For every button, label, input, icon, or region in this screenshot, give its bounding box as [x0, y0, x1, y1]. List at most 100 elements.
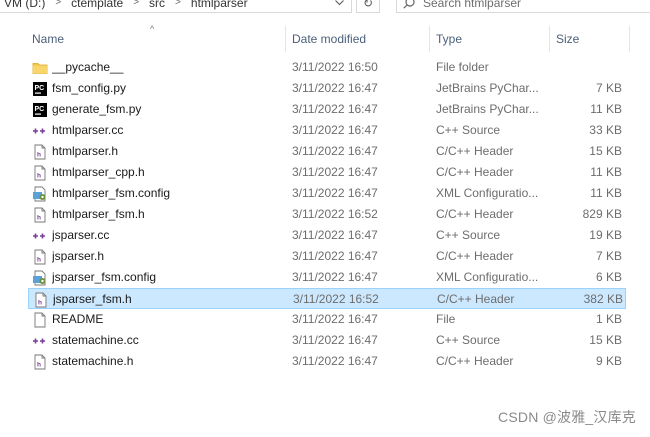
file-row[interactable]: jsparser.cc 3/11/2022 16:47 C++ Source 19 K…	[28, 225, 626, 246]
breadcrumb-htmlparser[interactable]: htmlparser	[187, 0, 252, 10]
file-size: 11 KB	[590, 102, 622, 116]
refresh-button[interactable]: ↻	[356, 0, 380, 13]
file-date-modified: 3/11/2022 16:47	[292, 81, 378, 95]
header-file-icon: h	[32, 249, 48, 265]
file-date-modified: 3/11/2022 16:47	[292, 228, 378, 242]
chevron-down-icon[interactable]	[327, 0, 352, 13]
xml-config-icon	[32, 186, 48, 202]
pycharm-icon: PC	[32, 81, 48, 97]
column-header-date[interactable]: Date modified	[286, 26, 430, 52]
file-name: fsm_config.py	[52, 81, 127, 95]
file-size: 19 KB	[589, 228, 622, 242]
file-date-modified: 3/11/2022 16:47	[292, 165, 378, 179]
file-name: generate_fsm.py	[52, 102, 142, 116]
header-file-icon: h	[32, 354, 48, 370]
folder-icon	[32, 60, 48, 76]
file-type: C/C++ Header	[436, 354, 514, 368]
file-date-modified: 3/11/2022 16:52	[292, 207, 378, 221]
file-type: C/C++ Header	[436, 165, 514, 179]
file-name: statemachine.cc	[52, 333, 139, 347]
file-size: 382 KB	[583, 292, 623, 306]
search-placeholder: Search htmlparser	[423, 0, 522, 10]
file-row[interactable]: statemachine.cc 3/11/2022 16:47 C++ Source…	[28, 330, 626, 351]
file-row[interactable]: __pycache__ 3/11/2022 16:50 File folder	[28, 57, 626, 78]
file-row[interactable]: PC fsm_config.py 3/11/2022 16:47 JetBrains …	[28, 78, 626, 99]
file-size: 15 KB	[589, 144, 622, 158]
file-type: File folder	[436, 60, 489, 74]
file-row[interactable]: h htmlparser.h 3/11/2022 16:47 C/C++ Header…	[28, 141, 626, 162]
file-type: C++ Source	[436, 333, 501, 347]
file-type: JetBrains PyChar...	[436, 81, 539, 95]
search-input[interactable]: Search htmlparser	[396, 0, 650, 13]
file-type: File	[436, 312, 456, 326]
file-type: C/C++ Header	[436, 249, 514, 263]
file-name: __pycache__	[52, 60, 124, 74]
address-bar[interactable]: VM (D:) > ctemplate > src > htmlparser	[0, 0, 352, 13]
cpp-source-icon	[32, 123, 48, 139]
breadcrumb-ctemplate[interactable]: ctemplate	[67, 0, 127, 10]
file-type: JetBrains PyChar...	[436, 102, 539, 116]
file-name: htmlparser.cc	[52, 123, 124, 137]
svg-text:h: h	[37, 215, 41, 222]
file-row[interactable]: htmlparser.cc 3/11/2022 16:47 C++ Source 33…	[28, 120, 626, 141]
svg-text:h: h	[37, 173, 41, 180]
file-size: 33 KB	[589, 123, 622, 137]
file-size: 7 KB	[595, 249, 622, 263]
file-size: 6 KB	[595, 270, 622, 284]
plain-file-icon	[32, 312, 48, 328]
header-file-icon: h	[32, 144, 48, 160]
file-name: jsparser.h	[52, 249, 105, 263]
header-file-icon: h	[33, 292, 49, 308]
file-date-modified: 3/11/2022 16:47	[292, 144, 378, 158]
file-size	[548, 57, 622, 78]
file-row[interactable]: h jsparser.h 3/11/2022 16:47 C/C++ Header 7 …	[28, 246, 626, 267]
pycharm-icon: PC	[32, 102, 48, 118]
file-date-modified: 3/11/2022 16:47	[292, 333, 378, 347]
file-row[interactable]: htmlparser_fsm.config 3/11/2022 16:47 XML …	[28, 183, 626, 204]
file-type: XML Configuratio...	[436, 270, 539, 284]
file-size: 829 KB	[582, 207, 622, 221]
file-name: htmlparser_fsm.config	[52, 186, 171, 200]
file-date-modified: 3/11/2022 16:52	[293, 292, 379, 306]
file-size: 11 KB	[590, 186, 622, 200]
svg-text:h: h	[37, 362, 41, 369]
file-name: htmlparser.h	[52, 144, 119, 158]
chevron-right-icon[interactable]: >	[127, 0, 145, 8]
file-date-modified: 3/11/2022 16:47	[292, 270, 378, 284]
file-row[interactable]: h jsparser_fsm.h 3/11/2022 16:52 C/C++ Head…	[28, 288, 626, 309]
file-date-modified: 3/11/2022 16:47	[292, 102, 378, 116]
file-type: C++ Source	[436, 228, 501, 242]
svg-text:PC: PC	[35, 106, 45, 113]
chevron-right-icon[interactable]: >	[49, 0, 67, 8]
column-header-name[interactable]: Name	[26, 26, 286, 52]
cpp-source-icon	[32, 333, 48, 349]
column-header-type[interactable]: Type	[430, 26, 550, 52]
file-date-modified: 3/11/2022 16:47	[292, 249, 378, 263]
file-row[interactable]: h htmlparser_cpp.h 3/11/2022 16:47 C/C++ He…	[28, 162, 626, 183]
file-row[interactable]: jsparser_fsm.config 3/11/2022 16:47 XML Co…	[28, 267, 626, 288]
chevron-right-icon[interactable]: >	[169, 0, 187, 8]
file-row[interactable]: h statemachine.h 3/11/2022 16:47 C/C++ Head…	[28, 351, 626, 372]
watermark: CSDN @波雅_汉库克	[498, 409, 636, 425]
file-row[interactable]: h htmlparser_fsm.h 3/11/2022 16:52 C/C++ He…	[28, 204, 626, 225]
file-type: C/C++ Header	[436, 207, 514, 221]
file-name: README	[52, 312, 104, 326]
file-row[interactable]: README 3/11/2022 16:47 File 1 KB	[28, 309, 626, 330]
file-size: 15 KB	[589, 333, 622, 347]
file-date-modified: 3/11/2022 16:47	[292, 312, 378, 326]
file-row[interactable]: PC generate_fsm.py 3/11/2022 16:47 JetBrain…	[28, 99, 626, 120]
file-date-modified: 3/11/2022 16:47	[292, 354, 378, 368]
file-name: jsparser_fsm.config	[52, 270, 157, 284]
refresh-icon: ↻	[362, 0, 374, 10]
file-type: XML Configuratio...	[436, 186, 539, 200]
breadcrumb-src[interactable]: src	[145, 0, 169, 10]
column-header-size[interactable]: Size	[550, 26, 630, 52]
file-date-modified: 3/11/2022 16:47	[292, 123, 378, 137]
search-icon	[403, 0, 415, 9]
file-size: 1 KB	[595, 312, 622, 326]
file-name: jsparser.cc	[52, 228, 110, 242]
file-type: C++ Source	[436, 123, 501, 137]
cpp-source-icon	[32, 228, 48, 244]
svg-text:h: h	[37, 257, 41, 264]
breadcrumb-drive[interactable]: VM (D:)	[0, 0, 49, 10]
